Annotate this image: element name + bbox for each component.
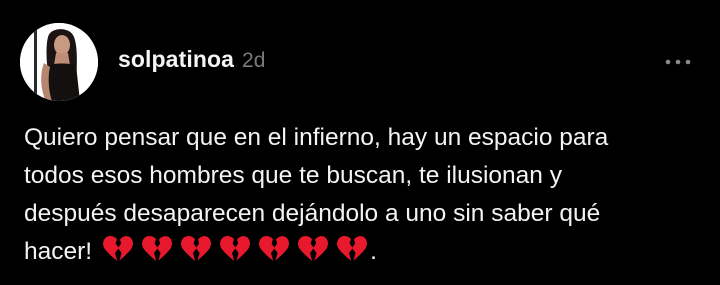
post-text: Quiero pensar que en el infierno, hay un… xyxy=(24,119,704,271)
trailing-punctuation: . xyxy=(370,238,377,265)
more-horizontal-icon xyxy=(665,59,691,65)
post-text-line: Quiero pensar que en el infierno, hay un… xyxy=(24,124,609,151)
broken-heart-icon xyxy=(220,235,251,261)
more-options-button[interactable] xyxy=(660,50,696,74)
post-text-line: hacer! xyxy=(24,238,93,265)
username[interactable]: solpatinoa xyxy=(118,46,234,73)
broken-heart-icon xyxy=(181,235,212,261)
broken-heart-icon xyxy=(298,235,329,261)
post-text-line: todos esos hombres que te buscan, te ilu… xyxy=(24,162,562,189)
broken-heart-icon xyxy=(337,235,368,261)
post-header: solpatinoa 2d xyxy=(118,46,265,80)
avatar[interactable] xyxy=(20,23,98,101)
post-text-last-line: hacer!. xyxy=(24,233,704,271)
post-text-line: después desaparecen dejándolo a uno sin … xyxy=(24,200,601,227)
broken-heart-icon xyxy=(142,235,173,261)
timestamp: 2d xyxy=(242,49,266,72)
emoji-row xyxy=(102,235,368,263)
broken-heart-icon xyxy=(259,235,290,261)
broken-heart-icon xyxy=(103,235,134,261)
profile-photo xyxy=(20,23,98,101)
thread-post: solpatinoa 2d Quiero pensar que en el in… xyxy=(0,0,720,285)
